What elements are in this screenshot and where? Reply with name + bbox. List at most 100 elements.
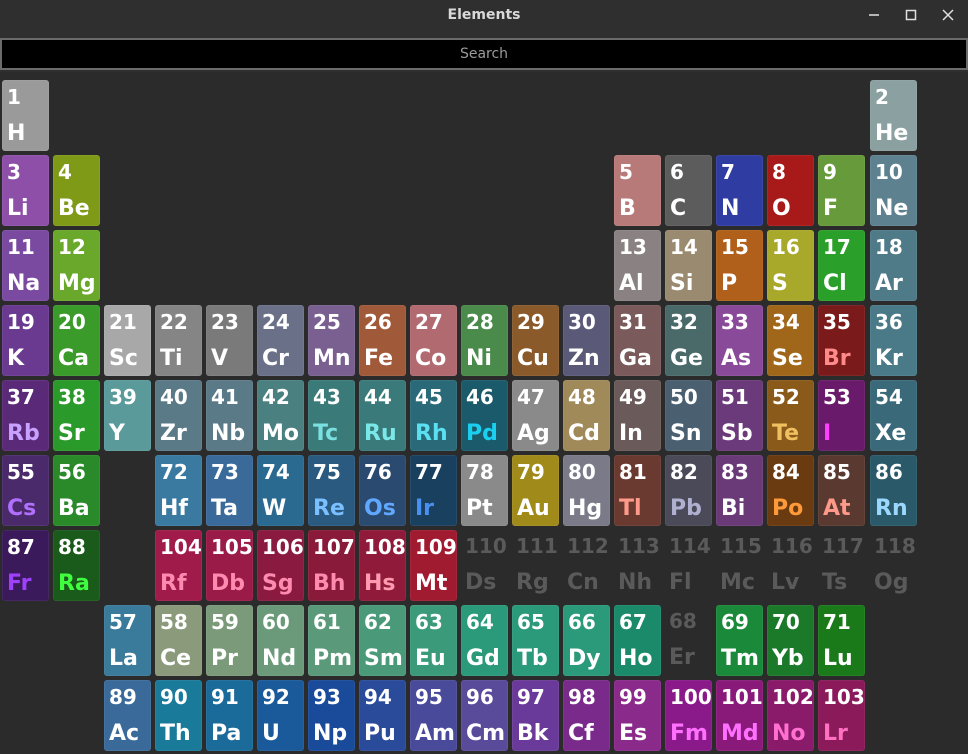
element-tile-y[interactable]: 39 Y	[104, 380, 151, 451]
element-tile-hs[interactable]: 108 Hs	[359, 530, 406, 601]
element-tile-bi[interactable]: 83 Bi	[716, 455, 763, 526]
element-tile-al[interactable]: 13 Al	[614, 230, 661, 301]
element-tile-be[interactable]: 4 Be	[53, 155, 100, 226]
close-button[interactable]	[930, 0, 966, 30]
element-tile-ba[interactable]: 56 Ba	[53, 455, 100, 526]
element-tile-au[interactable]: 79 Au	[512, 455, 559, 526]
element-tile-as[interactable]: 33 As	[716, 305, 763, 376]
element-tile-no[interactable]: 102 No	[767, 680, 814, 751]
element-tile-te[interactable]: 52 Te	[767, 380, 814, 451]
element-tile-ds[interactable]: 110 Ds	[461, 530, 508, 601]
element-tile-es[interactable]: 99 Es	[614, 680, 661, 751]
element-tile-rn[interactable]: 86 Rn	[870, 455, 917, 526]
element-tile-cf[interactable]: 98 Cf	[563, 680, 610, 751]
element-tile-sm[interactable]: 62 Sm	[359, 605, 406, 676]
element-tile-mt[interactable]: 109 Mt	[410, 530, 457, 601]
maximize-button[interactable]	[893, 0, 929, 30]
element-tile-db[interactable]: 105 Db	[206, 530, 253, 601]
element-tile-nb[interactable]: 41 Nb	[206, 380, 253, 451]
element-tile-zr[interactable]: 40 Zr	[155, 380, 202, 451]
element-tile-hf[interactable]: 72 Hf	[155, 455, 202, 526]
element-tile-sc[interactable]: 21 Sc	[104, 305, 151, 376]
element-tile-ts[interactable]: 117 Ts	[818, 530, 865, 601]
element-tile-i[interactable]: 53 I	[818, 380, 865, 451]
element-tile-br[interactable]: 35 Br	[818, 305, 865, 376]
element-tile-ar[interactable]: 18 Ar	[870, 230, 917, 301]
element-tile-k[interactable]: 19 K	[2, 305, 49, 376]
element-tile-mc[interactable]: 115 Mc	[716, 530, 763, 601]
element-tile-li[interactable]: 3 Li	[2, 155, 49, 226]
element-tile-n[interactable]: 7N	[716, 155, 763, 226]
element-tile-tb[interactable]: 65 Tb	[512, 605, 559, 676]
element-tile-md[interactable]: 101 Md	[716, 680, 763, 751]
element-tile-ho[interactable]: 67 Ho	[614, 605, 661, 676]
element-tile-os[interactable]: 76 Os	[359, 455, 406, 526]
element-tile-c[interactable]: 6C	[665, 155, 712, 226]
element-tile-b[interactable]: 5B	[614, 155, 661, 226]
element-tile-lu[interactable]: 71 Lu	[818, 605, 865, 676]
element-tile-ga[interactable]: 31 Ga	[614, 305, 661, 376]
element-tile-rf[interactable]: 104 Rf	[155, 530, 202, 601]
element-tile-pd[interactable]: 46 Pd	[461, 380, 508, 451]
element-tile-pa[interactable]: 91 Pa	[206, 680, 253, 751]
element-tile-ti[interactable]: 22 Ti	[155, 305, 202, 376]
element-tile-w[interactable]: 74 W	[257, 455, 304, 526]
element-tile-fm[interactable]: 100 Fm	[665, 680, 712, 751]
element-tile-ge[interactable]: 32 Ge	[665, 305, 712, 376]
element-tile-mg[interactable]: 12 Mg	[53, 230, 100, 301]
element-tile-kr[interactable]: 36 Kr	[870, 305, 917, 376]
element-tile-cd[interactable]: 48 Cd	[563, 380, 610, 451]
element-tile-ce[interactable]: 58 Ce	[155, 605, 202, 676]
element-tile-ac[interactable]: 89 Ac	[104, 680, 151, 751]
element-tile-po[interactable]: 84 Po	[767, 455, 814, 526]
element-tile-la[interactable]: 57 La	[104, 605, 151, 676]
element-tile-mo[interactable]: 42 Mo	[257, 380, 304, 451]
element-tile-h[interactable]: 1H	[2, 80, 49, 151]
element-tile-at[interactable]: 85 At	[818, 455, 865, 526]
element-tile-co[interactable]: 27 Co	[410, 305, 457, 376]
element-tile-in[interactable]: 49 In	[614, 380, 661, 451]
element-tile-am[interactable]: 95 Am	[410, 680, 457, 751]
element-tile-ne[interactable]: 10 Ne	[870, 155, 917, 226]
element-tile-tm[interactable]: 69 Tm	[716, 605, 763, 676]
element-tile-ta[interactable]: 73 Ta	[206, 455, 253, 526]
element-tile-ru[interactable]: 44 Ru	[359, 380, 406, 451]
element-tile-eu[interactable]: 63 Eu	[410, 605, 457, 676]
element-tile-er[interactable]: 68 Er	[665, 605, 712, 676]
element-tile-tc[interactable]: 43 Tc	[308, 380, 355, 451]
element-tile-np[interactable]: 93 Np	[308, 680, 355, 751]
element-tile-sg[interactable]: 106 Sg	[257, 530, 304, 601]
element-tile-u[interactable]: 92 U	[257, 680, 304, 751]
element-tile-cu[interactable]: 29 Cu	[512, 305, 559, 376]
element-tile-nd[interactable]: 60 Nd	[257, 605, 304, 676]
element-tile-na[interactable]: 11 Na	[2, 230, 49, 301]
element-tile-sb[interactable]: 51 Sb	[716, 380, 763, 451]
element-tile-s[interactable]: 16 S	[767, 230, 814, 301]
element-tile-f[interactable]: 9F	[818, 155, 865, 226]
element-tile-fl[interactable]: 114 Fl	[665, 530, 712, 601]
element-tile-rb[interactable]: 37 Rb	[2, 380, 49, 451]
element-tile-v[interactable]: 23 V	[206, 305, 253, 376]
element-tile-cn[interactable]: 112 Cn	[563, 530, 610, 601]
element-tile-fr[interactable]: 87 Fr	[2, 530, 49, 601]
element-tile-mn[interactable]: 25 Mn	[308, 305, 355, 376]
element-tile-fe[interactable]: 26 Fe	[359, 305, 406, 376]
search-input[interactable]	[2, 40, 966, 68]
element-tile-cm[interactable]: 96 Cm	[461, 680, 508, 751]
element-tile-cs[interactable]: 55 Cs	[2, 455, 49, 526]
element-tile-lv[interactable]: 116 Lv	[767, 530, 814, 601]
element-tile-pb[interactable]: 82 Pb	[665, 455, 712, 526]
element-tile-bh[interactable]: 107 Bh	[308, 530, 355, 601]
element-tile-si[interactable]: 14 Si	[665, 230, 712, 301]
element-tile-sr[interactable]: 38 Sr	[53, 380, 100, 451]
element-tile-he[interactable]: 2 He	[870, 80, 917, 151]
element-tile-ni[interactable]: 28 Ni	[461, 305, 508, 376]
element-tile-xe[interactable]: 54 Xe	[870, 380, 917, 451]
element-tile-og[interactable]: 118 Og	[870, 530, 917, 601]
element-tile-sn[interactable]: 50 Sn	[665, 380, 712, 451]
element-tile-re[interactable]: 75 Re	[308, 455, 355, 526]
element-tile-ca[interactable]: 20 Ca	[53, 305, 100, 376]
element-tile-yb[interactable]: 70 Yb	[767, 605, 814, 676]
element-tile-ra[interactable]: 88 Ra	[53, 530, 100, 601]
element-tile-pt[interactable]: 78 Pt	[461, 455, 508, 526]
